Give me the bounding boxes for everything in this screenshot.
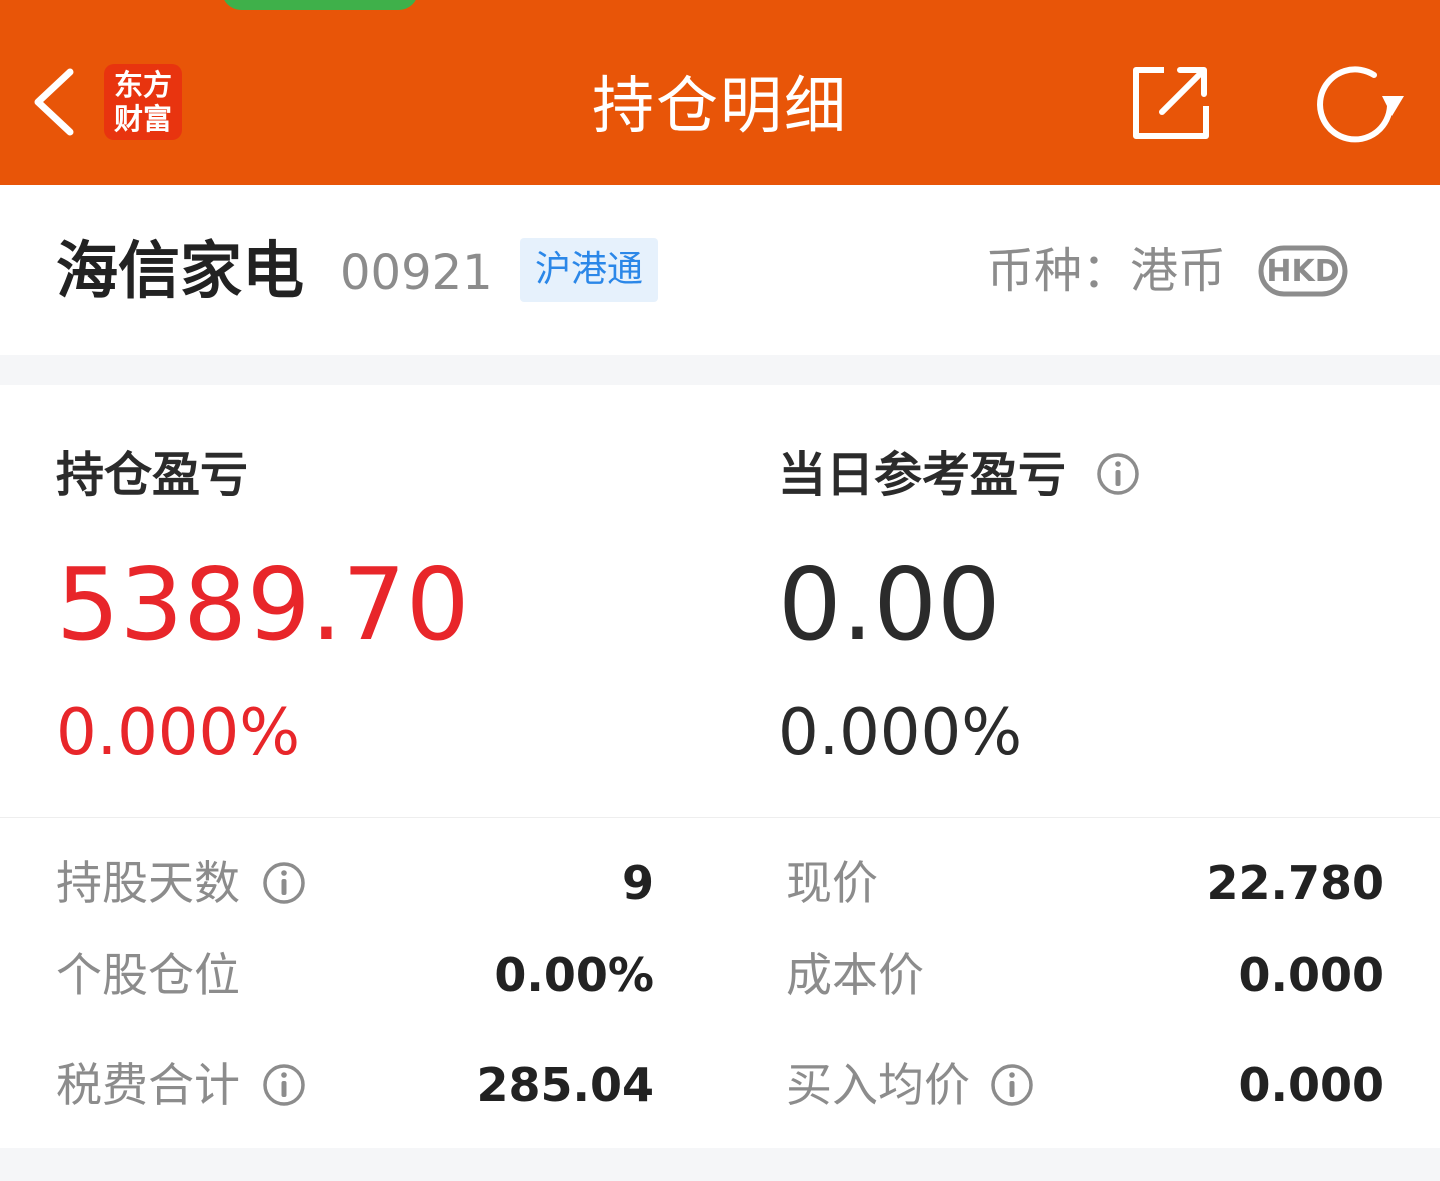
avg-buy-price-label: 买入均价: [786, 1058, 970, 1112]
status-indicator: [222, 0, 418, 10]
info-icon[interactable]: [990, 1063, 1034, 1107]
info-icon[interactable]: [262, 1063, 306, 1107]
holding-days-label: 持股天数: [56, 856, 240, 910]
avg-buy-price-value: 0.000: [1238, 1058, 1384, 1112]
hkd-badge-text: HKD: [1266, 254, 1339, 289]
stock-info-card: 海信家电 00921 沪港通 币种：港币 HKD: [0, 185, 1440, 355]
holding-pl-value: 5389.70: [56, 546, 470, 663]
stock-code: 00921: [340, 245, 493, 301]
hkd-currency-icon: HKD: [1258, 245, 1348, 297]
market-tag: 沪港通: [520, 238, 658, 302]
tax-fee-total-value: 285.04: [476, 1058, 654, 1112]
tax-fee-total-label: 税费合计: [56, 1058, 240, 1112]
cost-price-value: 0.000: [1238, 948, 1384, 1002]
page-title: 持仓明细: [591, 69, 848, 142]
pl-card: 持仓盈亏 5389.70 0.000% 当日参考盈亏 0.00 0.000% 持…: [0, 385, 1440, 1148]
info-icon[interactable]: [1096, 452, 1140, 496]
currency-label: 币种：港币: [986, 243, 1227, 299]
current-price-label: 现价: [786, 856, 878, 910]
today-pl-label: 当日参考盈亏: [778, 447, 1067, 503]
divider: [0, 817, 1440, 818]
holding-days-value: 9: [621, 856, 654, 910]
navigation-bar: 东方 财富 持仓明细: [0, 0, 1440, 185]
position-ratio-label: 个股仓位: [56, 948, 240, 1002]
holding-pl-label: 持仓盈亏: [56, 447, 249, 503]
position-ratio-value: 0.00%: [494, 948, 654, 1002]
stock-name: 海信家电: [56, 234, 305, 307]
refresh-icon[interactable]: [1312, 62, 1406, 148]
today-pl-value: 0.00: [778, 546, 1001, 663]
today-pl-percent: 0.000%: [778, 696, 1023, 770]
cost-price-label: 成本价: [786, 948, 924, 1002]
current-price-value: 22.780: [1206, 856, 1384, 910]
info-icon[interactable]: [262, 861, 306, 905]
holding-pl-percent: 0.000%: [56, 696, 301, 770]
share-icon[interactable]: [1128, 62, 1212, 142]
